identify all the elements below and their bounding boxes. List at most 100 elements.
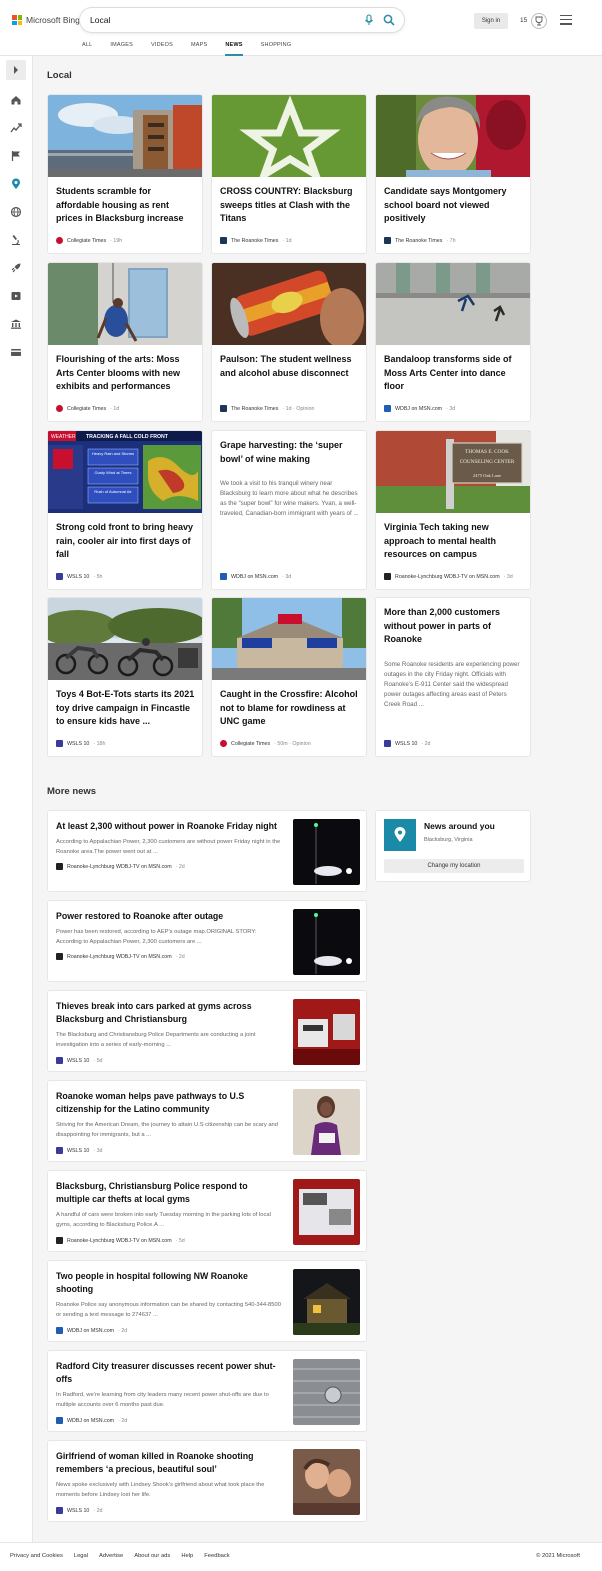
card-title[interactable]: Virginia Tech taking new approach to men… <box>384 521 524 562</box>
card-title[interactable]: Grape harvesting: the ‘super bowl’ of wi… <box>220 439 360 466</box>
source-name: WDBJ on MSN.com <box>67 1417 115 1424</box>
tab-news[interactable]: NEWS <box>225 40 243 56</box>
source-name: WSLS 10 <box>395 740 418 747</box>
news-title[interactable]: Radford City treasurer discusses recent … <box>56 1360 282 1386</box>
location-pin-icon[interactable] <box>10 178 22 190</box>
news-list-item[interactable]: Girlfriend of woman killed in Roanoke sh… <box>47 1440 367 1522</box>
card-title[interactable]: Flourishing of the arts: Moss Arts Cente… <box>56 353 196 394</box>
news-card[interactable]: More than 2,000 customers without power … <box>375 597 531 757</box>
tab-maps[interactable]: MAPS <box>191 40 207 56</box>
news-card[interactable]: Paulson: The student wellness and alcoho… <box>211 262 367 422</box>
news-card[interactable]: Grape harvesting: the ‘super bowl’ of wi… <box>211 430 367 590</box>
wsls-logo-icon <box>56 1507 63 1514</box>
microphone-icon[interactable] <box>363 14 375 26</box>
housing-photo <box>48 95 202 177</box>
news-list-item[interactable]: Roanoke woman helps pave pathways to U.S… <box>47 1080 367 1162</box>
news-list-item[interactable]: Blacksburg, Christiansburg Police respon… <box>47 1170 367 1252</box>
selfie-thumbnail <box>293 1449 360 1515</box>
flag-icon[interactable] <box>10 150 22 162</box>
news-card[interactable]: Candidate says Montgomery school board n… <box>375 94 531 254</box>
news-around-you-widget: News around you Blacksburg, Virginia Cha… <box>375 810 531 882</box>
rocket-icon[interactable] <box>10 262 22 274</box>
card-title[interactable]: Bandaloop transforms side of Moss Arts C… <box>384 353 524 394</box>
trending-icon[interactable] <box>10 122 22 134</box>
news-source: WSLS 10 · 5d <box>56 1057 103 1064</box>
news-list-item[interactable]: Radford City treasurer discusses recent … <box>47 1350 367 1432</box>
news-source: Roanoke-Lynchburg WDBJ-TV on MSN.com · 5… <box>56 1237 185 1244</box>
source-name: Roanoke-Lynchburg WDBJ-TV on MSN.com <box>67 1237 172 1244</box>
tab-shopping[interactable]: SHOPPING <box>261 40 292 56</box>
wsls-logo-icon <box>56 1147 63 1154</box>
card-title[interactable]: Strong cold front to bring heavy rain, c… <box>56 521 196 562</box>
hamburger-menu-icon[interactable] <box>560 15 572 25</box>
sign-in-button[interactable]: Sign in <box>474 13 508 29</box>
news-card[interactable]: Caught in the Crossfire: Alcohol not to … <box>211 597 367 757</box>
rewards-trophy-icon[interactable] <box>531 13 547 29</box>
news-list-item[interactable]: At least 2,300 without power in Roanoke … <box>47 810 367 892</box>
news-card[interactable]: Toys 4 Bot-E-Tots starts its 2021 toy dr… <box>47 597 203 757</box>
news-source: WSLS 10 · 2d <box>56 1507 103 1514</box>
news-title[interactable]: Blacksburg, Christiansburg Police respon… <box>56 1180 282 1206</box>
news-list-item[interactable]: Thieves break into cars parked at gyms a… <box>47 990 367 1072</box>
card-icon[interactable] <box>10 346 22 358</box>
news-card[interactable]: THOMAS E. COOK COUNSELING CENTER 2475 Oa… <box>375 430 531 590</box>
card-title[interactable]: Students scramble for affordable housing… <box>56 185 196 226</box>
tab-all[interactable]: ALL <box>82 40 92 56</box>
source-name: WSLS 10 <box>67 1507 90 1514</box>
video-icon[interactable] <box>10 290 22 302</box>
home-icon[interactable] <box>10 94 22 106</box>
footer-link-advertise[interactable]: Advertise <box>99 1553 123 1559</box>
news-card[interactable]: CROSS COUNTRY: Blacksburg sweeps titles … <box>211 94 367 254</box>
local-section-title: Local <box>47 70 72 81</box>
card-title[interactable]: More than 2,000 customers without power … <box>384 606 524 647</box>
wsls-logo-icon <box>384 740 391 747</box>
car-theft-thumbnail <box>293 1179 360 1245</box>
microscope-icon[interactable] <box>10 234 22 246</box>
search-icon[interactable] <box>383 14 395 26</box>
card-title[interactable]: CROSS COUNTRY: Blacksburg sweeps titles … <box>220 185 360 226</box>
news-title[interactable]: Power restored to Roanoke after outage <box>56 910 282 923</box>
card-source: Collegiate Times · 50m · Opinion <box>220 740 311 747</box>
card-source: Collegiate Times · 1d <box>56 405 119 412</box>
brand-name: Microsoft Bing <box>26 15 80 25</box>
wdbj-tv-logo-icon <box>384 573 391 580</box>
news-card[interactable]: WEATHER TRACKING A FALL COLD FRONT Heavy… <box>47 430 203 590</box>
bank-icon[interactable] <box>10 318 22 330</box>
source-meta: · 7h <box>446 237 456 244</box>
news-list-item[interactable]: Two people in hospital following NW Roan… <box>47 1260 367 1342</box>
news-list-item[interactable]: Power restored to Roanoke after outage P… <box>47 900 367 982</box>
card-title[interactable]: Candidate says Montgomery school board n… <box>384 185 524 226</box>
footer-link-privacy[interactable]: Privacy and Cookies <box>10 1553 63 1559</box>
change-location-button[interactable]: Change my location <box>384 859 524 873</box>
wdbj-logo-icon <box>56 1417 63 1424</box>
search-box[interactable]: Local <box>80 8 404 32</box>
night-street-thumbnail <box>293 909 360 975</box>
footer-link-feedback[interactable]: Feedback <box>204 1553 229 1559</box>
sign-line3-text: 2475 Oak Lane <box>473 473 501 478</box>
globe-icon[interactable] <box>10 206 22 218</box>
source-meta: · 2d <box>118 1417 128 1424</box>
footer-link-help[interactable]: Help <box>181 1553 193 1559</box>
news-card[interactable]: Flourishing of the arts: Moss Arts Cente… <box>47 262 203 422</box>
news-title[interactable]: Girlfriend of woman killed in Roanoke sh… <box>56 1450 282 1476</box>
source-name: Roanoke-Lynchburg WDBJ-TV on MSN.com <box>67 953 172 960</box>
bing-logo[interactable]: Microsoft Bing <box>12 15 80 25</box>
news-card[interactable]: Students scramble for affordable housing… <box>47 94 203 254</box>
card-title[interactable]: Paulson: The student wellness and alcoho… <box>220 353 360 380</box>
card-title[interactable]: Caught in the Crossfire: Alcohol not to … <box>220 688 360 729</box>
news-card[interactable]: Bandaloop transforms side of Moss Arts C… <box>375 262 531 422</box>
more-news-title: More news <box>47 786 97 797</box>
news-title[interactable]: At least 2,300 without power in Roanoke … <box>56 820 282 833</box>
expand-rail-button[interactable] <box>6 60 26 80</box>
source-name: Collegiate Times <box>67 237 107 244</box>
weather-line2-text: Gusty Wind at Times <box>95 470 132 475</box>
card-title[interactable]: Toys 4 Bot-E-Tots starts its 2021 toy dr… <box>56 688 196 729</box>
search-input[interactable]: Local <box>90 15 110 25</box>
tab-videos[interactable]: VIDEOS <box>151 40 173 56</box>
news-title[interactable]: Two people in hospital following NW Roan… <box>56 1270 282 1296</box>
footer-link-about-ads[interactable]: About our ads <box>134 1553 170 1559</box>
news-title[interactable]: Roanoke woman helps pave pathways to U.S… <box>56 1090 282 1116</box>
news-title[interactable]: Thieves break into cars parked at gyms a… <box>56 1000 282 1026</box>
footer-link-legal[interactable]: Legal <box>74 1553 88 1559</box>
tab-images[interactable]: IMAGES <box>110 40 133 56</box>
